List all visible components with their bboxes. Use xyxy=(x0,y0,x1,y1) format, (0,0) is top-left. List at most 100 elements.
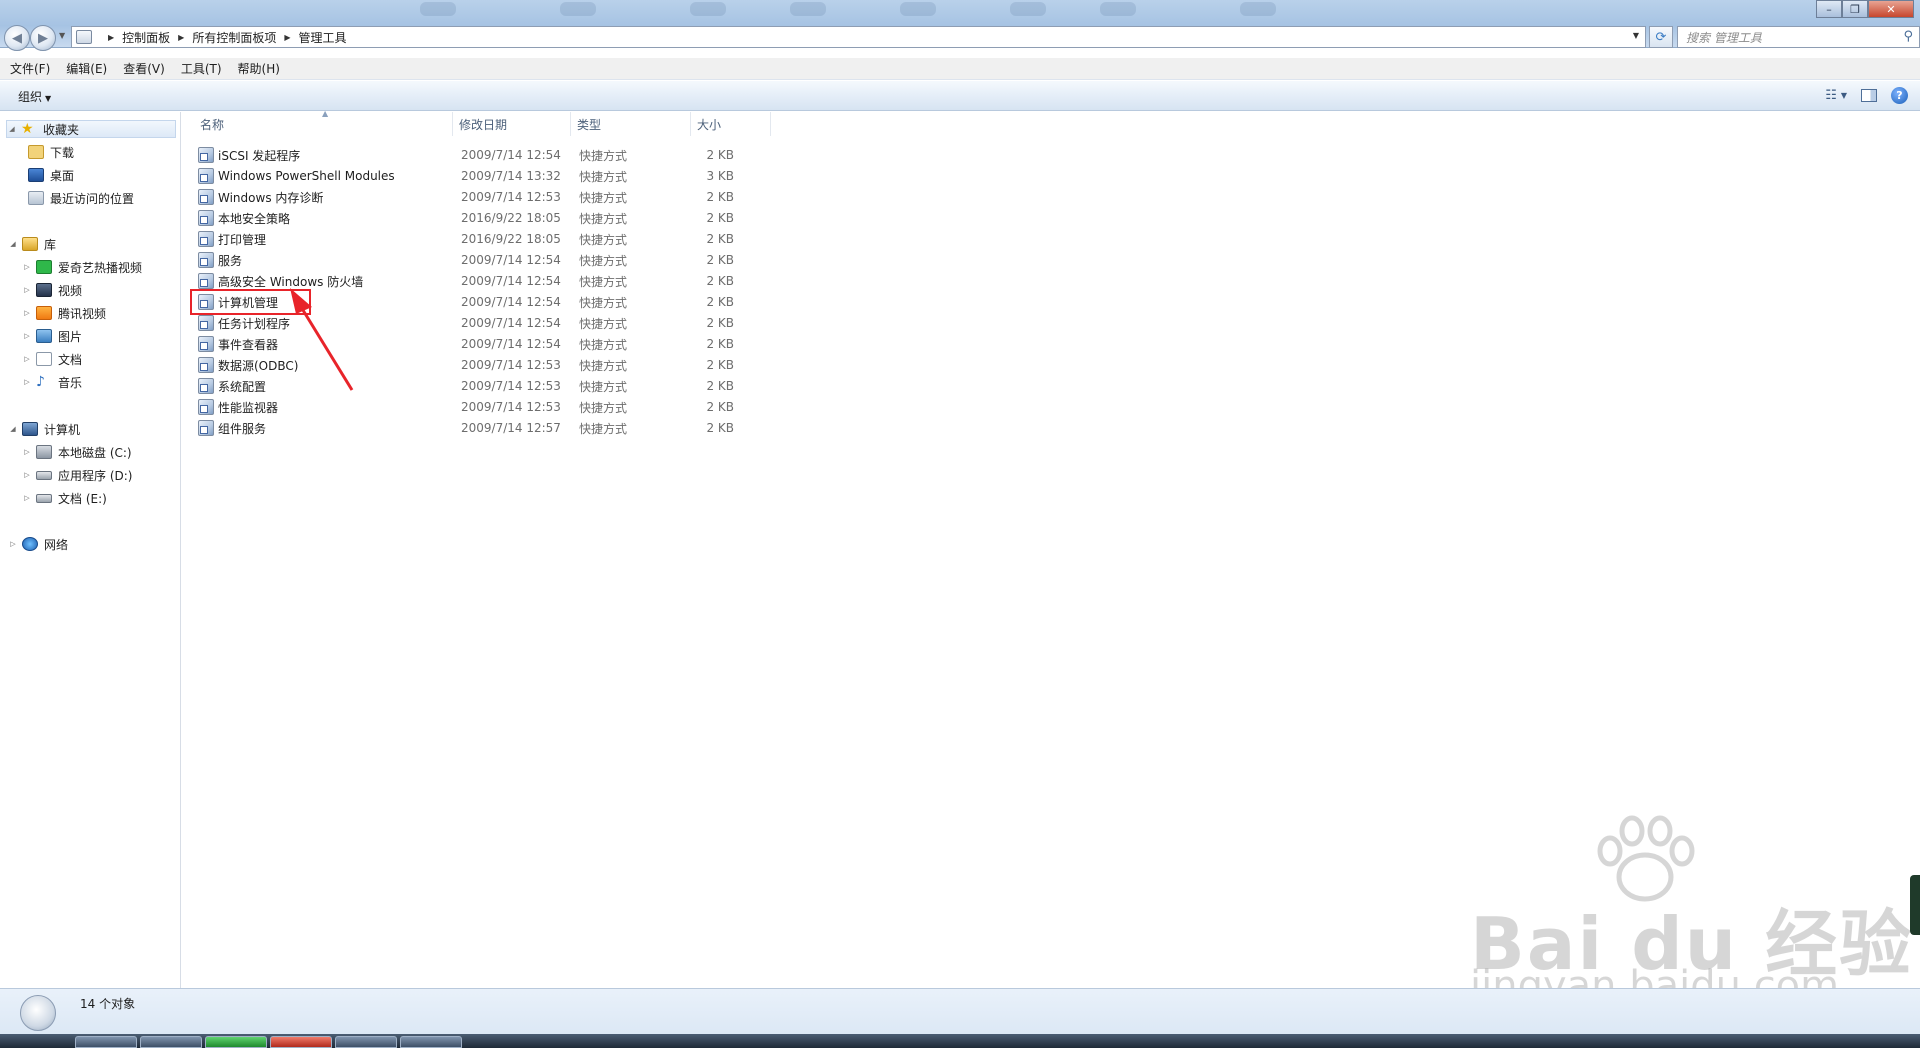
nav-item-label: 桌面 xyxy=(50,168,75,183)
star-icon: ★ xyxy=(21,121,34,137)
nav-item-tencent-video[interactable]: ▷ 腾讯视频 xyxy=(22,304,106,322)
nav-item-desktop[interactable]: 桌面 xyxy=(28,166,74,184)
expand-arrow-icon[interactable]: ▷ xyxy=(22,263,32,271)
organize-button[interactable]: 组织 ▼ xyxy=(18,88,51,105)
nav-favorites[interactable]: ◢ ★ 收藏夹 xyxy=(6,120,176,138)
expand-arrow-icon[interactable]: ▷ xyxy=(22,471,32,479)
minimize-button[interactable]: – xyxy=(1816,0,1842,18)
table-row[interactable]: 高级安全 Windows 防火墙 2009/7/14 12:54 快捷方式 2 … xyxy=(198,271,734,291)
table-row[interactable]: 任务计划程序 2009/7/14 12:54 快捷方式 2 KB xyxy=(198,313,734,333)
taskbar-button[interactable] xyxy=(335,1036,397,1048)
breadcrumb-separator-icon[interactable]: ▶ xyxy=(108,33,114,42)
address-bar[interactable]: ▶ 控制面板 ▶ 所有控制面板项 ▶ 管理工具 ▼ xyxy=(71,26,1646,48)
preview-pane-icon[interactable] xyxy=(1861,89,1877,102)
back-button[interactable]: ◀ xyxy=(4,25,30,51)
table-row[interactable]: Windows PowerShell Modules 2009/7/14 13:… xyxy=(198,166,734,186)
taskbar-button[interactable] xyxy=(400,1036,462,1048)
forward-button[interactable]: ▶ xyxy=(30,25,56,51)
expand-arrow-icon[interactable]: ▷ xyxy=(22,355,32,363)
collapse-arrow-icon[interactable]: ◢ xyxy=(8,425,18,433)
column-header-name[interactable]: 名称 xyxy=(194,112,453,136)
nav-computer-label: 计算机 xyxy=(44,422,81,437)
recent-pages-dropdown[interactable]: ▼ xyxy=(59,31,65,40)
column-header-type[interactable]: 类型 xyxy=(571,112,691,136)
search-input[interactable]: 搜索 管理工具 ⚲ xyxy=(1677,26,1920,48)
taskbar-button[interactable] xyxy=(140,1036,202,1048)
table-row[interactable]: 组件服务 2009/7/14 12:57 快捷方式 2 KB xyxy=(198,418,734,438)
view-options-dropdown-icon[interactable]: ▼ xyxy=(1841,91,1847,100)
column-header-size[interactable]: 大小 xyxy=(691,112,771,136)
aero-glass-decoration xyxy=(1240,2,1276,16)
nav-item-drive-e[interactable]: ▷ 文档 (E:) xyxy=(22,489,107,507)
search-icon[interactable]: ⚲ xyxy=(1903,29,1913,44)
file-date: 2009/7/14 12:54 xyxy=(461,316,561,330)
address-dropdown-icon[interactable]: ▼ xyxy=(1633,31,1639,40)
nav-item-downloads[interactable]: 下载 xyxy=(28,143,74,161)
breadcrumb-separator-icon[interactable]: ▶ xyxy=(178,33,184,42)
nav-item-documents[interactable]: ▷ 文档 xyxy=(22,350,82,368)
menu-file[interactable]: 文件(F) xyxy=(10,60,50,77)
table-row[interactable]: 本地安全策略 2016/9/22 18:05 快捷方式 2 KB xyxy=(198,208,734,228)
menu-help[interactable]: 帮助(H) xyxy=(238,60,280,77)
refresh-button[interactable]: ⟳ xyxy=(1649,26,1673,48)
help-icon[interactable]: ? xyxy=(1891,87,1908,104)
nav-libraries[interactable]: ◢ 库 xyxy=(8,235,56,253)
breadcrumb-all-items[interactable]: 所有控制面板项 xyxy=(192,29,276,46)
table-row[interactable]: 性能监视器 2009/7/14 12:53 快捷方式 2 KB xyxy=(198,397,734,417)
file-type: 快捷方式 xyxy=(579,190,628,205)
collapse-arrow-icon[interactable]: ◢ xyxy=(8,240,18,248)
file-date: 2009/7/14 12:54 xyxy=(461,337,561,351)
file-name: 打印管理 xyxy=(218,232,267,247)
maximize-button[interactable]: ❐ xyxy=(1842,0,1868,18)
change-view-icon[interactable]: ☷ xyxy=(1825,88,1837,103)
expand-arrow-icon[interactable]: ▷ xyxy=(22,378,32,386)
table-row[interactable]: 服务 2009/7/14 12:54 快捷方式 2 KB xyxy=(198,250,734,270)
table-row[interactable]: 事件查看器 2009/7/14 12:54 快捷方式 2 KB xyxy=(198,334,734,354)
taskbar-button[interactable] xyxy=(75,1036,137,1048)
taskbar xyxy=(0,1034,1920,1048)
nav-network[interactable]: ▷ 网络 xyxy=(8,535,68,553)
breadcrumb-control-panel[interactable]: 控制面板 xyxy=(122,29,170,46)
shortcut-icon xyxy=(198,189,214,205)
expand-arrow-icon[interactable]: ▷ xyxy=(22,494,32,502)
file-date: 2009/7/14 12:54 xyxy=(461,148,561,162)
nav-item-label: 图片 xyxy=(58,329,83,344)
file-date: 2009/7/14 12:54 xyxy=(461,253,561,267)
expand-arrow-icon[interactable]: ▷ xyxy=(22,309,32,317)
nav-item-videos[interactable]: ▷ 视频 xyxy=(22,281,82,299)
nav-item-iqiyi[interactable]: ▷ 爱奇艺热播视频 xyxy=(22,258,142,276)
menu-view[interactable]: 查看(V) xyxy=(123,60,165,77)
iqiyi-icon xyxy=(36,260,52,274)
aero-glass-decoration xyxy=(790,2,826,16)
file-name: 系统配置 xyxy=(218,379,267,394)
nav-item-music[interactable]: ▷ ♪ 音乐 xyxy=(22,373,82,391)
collapse-arrow-icon[interactable]: ◢ xyxy=(7,125,17,133)
expand-arrow-icon[interactable]: ▷ xyxy=(8,540,18,548)
nav-item-recent-places[interactable]: 最近访问的位置 xyxy=(28,189,134,207)
shortcut-icon xyxy=(198,231,214,247)
file-name: 事件查看器 xyxy=(218,337,279,352)
nav-item-drive-d[interactable]: ▷ 应用程序 (D:) xyxy=(22,466,132,484)
table-row[interactable]: 打印管理 2016/9/22 18:05 快捷方式 2 KB xyxy=(198,229,734,249)
taskbar-button[interactable] xyxy=(270,1036,332,1048)
menu-edit[interactable]: 编辑(E) xyxy=(66,60,107,77)
aero-glass-decoration xyxy=(690,2,726,16)
expand-arrow-icon[interactable]: ▷ xyxy=(22,448,32,456)
table-row[interactable]: iSCSI 发起程序 2009/7/14 12:54 快捷方式 2 KB xyxy=(198,145,734,165)
close-button[interactable]: ✕ xyxy=(1868,0,1914,18)
table-row[interactable]: 系统配置 2009/7/14 12:53 快捷方式 2 KB xyxy=(198,376,734,396)
expand-arrow-icon[interactable]: ▷ xyxy=(22,286,32,294)
breadcrumb-admin-tools[interactable]: 管理工具 xyxy=(299,29,347,46)
breadcrumb-separator-icon[interactable]: ▶ xyxy=(284,33,290,42)
file-name: Windows PowerShell Modules xyxy=(218,169,395,183)
expand-arrow-icon[interactable]: ▷ xyxy=(22,332,32,340)
menu-tools[interactable]: 工具(T) xyxy=(181,60,222,77)
file-name: 组件服务 xyxy=(218,421,267,436)
nav-item-drive-c[interactable]: ▷ 本地磁盘 (C:) xyxy=(22,443,132,461)
column-header-date[interactable]: 修改日期 xyxy=(453,112,571,136)
nav-computer[interactable]: ◢ 计算机 xyxy=(8,420,80,438)
table-row[interactable]: 数据源(ODBC) 2009/7/14 12:53 快捷方式 2 KB xyxy=(198,355,734,375)
taskbar-button[interactable] xyxy=(205,1036,267,1048)
table-row[interactable]: Windows 内存诊断 2009/7/14 12:53 快捷方式 2 KB xyxy=(198,187,734,207)
nav-item-pictures[interactable]: ▷ 图片 xyxy=(22,327,82,345)
